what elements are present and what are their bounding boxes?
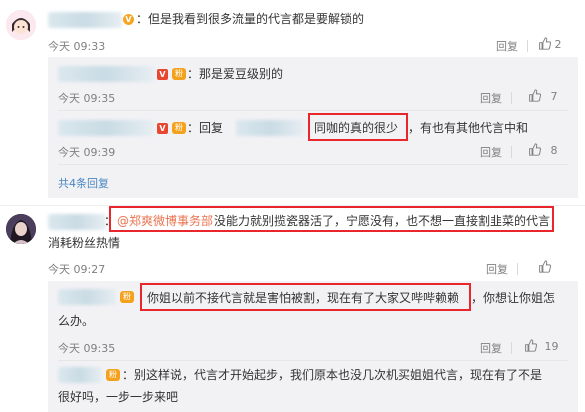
divider	[511, 342, 512, 354]
username-blurred[interactable]	[58, 66, 154, 82]
like-button[interactable]: 19	[524, 339, 559, 353]
divider	[58, 360, 568, 361]
username-blurred[interactable]	[48, 12, 122, 28]
highlight-box	[308, 113, 408, 141]
reply-text-line2: 很好吗，一步一步来吧	[58, 390, 179, 404]
highlight-box	[109, 206, 554, 232]
reply-button[interactable]: 回复	[480, 144, 502, 160]
thumbs-up-icon	[539, 37, 552, 50]
more-replies-link[interactable]: 共4条回复	[58, 176, 109, 192]
fan-badge-icon: 粉	[172, 122, 186, 134]
highlight-box	[140, 283, 471, 311]
username-blurred[interactable]	[48, 214, 106, 230]
thumbs-up-icon	[525, 339, 538, 352]
divider	[517, 263, 518, 275]
divider	[511, 146, 512, 158]
fan-badge-icon: 粉	[120, 291, 134, 303]
avatar[interactable]	[6, 214, 36, 244]
username-blurred[interactable]	[58, 367, 102, 383]
thumbs-up-icon	[529, 89, 542, 102]
reply-time: 今天 09:35	[58, 92, 116, 105]
thumbs-up-icon	[539, 260, 552, 273]
comment-time: 今天 09:33	[48, 40, 106, 53]
fan-badge-icon: 粉	[106, 369, 120, 381]
comment-text: ：但是我看到很多流量的代言都是要解锁的	[136, 12, 365, 26]
reply-text: ：那是爱豆级别的	[187, 67, 284, 81]
reply-button[interactable]: 回复	[486, 261, 508, 277]
divider	[58, 164, 568, 165]
verified-icon: V	[157, 69, 168, 80]
username-blurred[interactable]	[58, 289, 116, 305]
reply-time: 今天 09:35	[58, 342, 116, 355]
divider	[511, 92, 512, 104]
like-button[interactable]	[538, 260, 552, 274]
like-count: 2	[554, 38, 562, 51]
reply-button[interactable]: 回复	[480, 340, 502, 356]
reply-suffix: ，有也有其他代言中和	[408, 121, 529, 135]
reply-text: ：别这样说，代言才开始起步，我们原本也没几次机买姐姐代言，现在有了不是	[122, 368, 543, 382]
divider	[58, 110, 568, 111]
comment-text-line2: 消耗粉丝热情	[48, 236, 121, 250]
like-count: 8	[550, 144, 558, 157]
reply-suffix: ，你想让你姐怎	[471, 291, 556, 305]
username-blurred[interactable]	[58, 120, 154, 136]
reply-button[interactable]: 回复	[480, 90, 502, 106]
like-button[interactable]: 2	[538, 37, 562, 51]
fan-badge-icon: 粉	[172, 68, 186, 80]
avatar[interactable]	[6, 10, 36, 40]
thumbs-up-icon	[529, 143, 542, 156]
reply-time: 今天 09:39	[58, 146, 116, 159]
comment-time: 今天 09:27	[48, 263, 106, 276]
mention-blurred[interactable]	[236, 120, 304, 136]
reply-text-line2: 么办。	[58, 314, 95, 328]
like-count: 7	[550, 90, 558, 103]
like-button[interactable]: 8	[528, 143, 558, 157]
like-button[interactable]: 7	[528, 89, 558, 103]
verified-icon: V	[157, 123, 168, 134]
verified-icon: V	[123, 14, 134, 25]
divider	[527, 40, 528, 52]
reply-button[interactable]: 回复	[496, 38, 518, 54]
reply-prefix: ：回复	[187, 121, 224, 135]
like-count: 19	[544, 340, 559, 353]
